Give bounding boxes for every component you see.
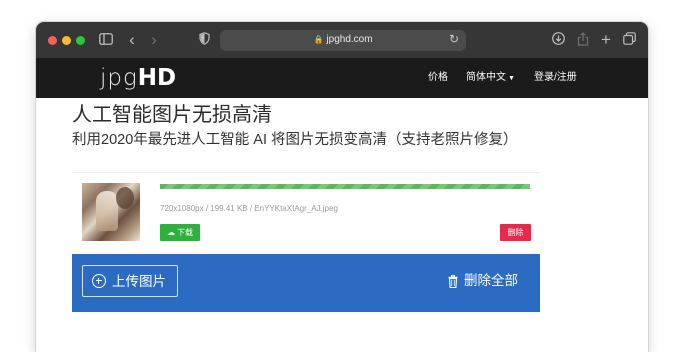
cloud-download-icon: ☁ (167, 228, 175, 237)
nav-pricing[interactable]: 价格 (428, 71, 448, 85)
page-title: 人工智能图片无损高清 (72, 104, 272, 126)
url-text: 🔒 jpghd.com (220, 33, 466, 47)
file-meta: 720x1080px / 199.41 KB / EnYYKtaXIAgr_AJ… (160, 204, 338, 213)
back-icon[interactable]: ‹ (126, 31, 138, 48)
plus-circle-icon (92, 274, 106, 288)
trash-icon (448, 274, 458, 289)
progress-bar (160, 184, 530, 189)
delete-button[interactable]: 删除 (500, 224, 531, 241)
caret-down-icon: ▼ (508, 75, 515, 82)
upload-image-button[interactable]: 上传图片 (82, 265, 178, 297)
language-label: 简体中文 (466, 72, 506, 83)
logo-text-bold: HD (137, 65, 177, 91)
logo-text-light: jpg (100, 65, 138, 91)
browser-toolbar: ‹ › 🔒 jpghd.com ↻ + (36, 22, 648, 59)
share-icon[interactable] (576, 32, 590, 48)
minimize-window-button[interactable] (62, 36, 71, 45)
tabs-icon[interactable] (622, 32, 636, 48)
site-logo[interactable]: jpgHD (100, 65, 176, 91)
zoom-window-button[interactable] (76, 36, 85, 45)
delete-all-label: 删除全部 (464, 273, 518, 288)
thumbnail-figure (96, 191, 118, 231)
thumbnail-figure-head (116, 187, 134, 209)
progress-fill (160, 184, 530, 189)
upload-label: 上传图片 (112, 274, 166, 289)
forward-icon[interactable]: › (148, 31, 160, 48)
nav-language-dropdown[interactable]: 简体中文 ▼ (466, 71, 515, 86)
image-thumbnail[interactable] (82, 183, 140, 241)
close-window-button[interactable] (48, 36, 57, 45)
action-bar: 上传图片 删除全部 (72, 254, 540, 312)
sidebar-icon[interactable] (99, 32, 113, 48)
download-label: 下载 (177, 228, 193, 237)
site-header: jpgHD 价格 简体中文 ▼ 登录/注册 (36, 58, 648, 98)
file-card: 720x1080px / 199.41 KB / EnYYKtaXIAgr_AJ… (72, 172, 540, 251)
url-label: jpghd.com (326, 34, 373, 45)
nav-login[interactable]: 登录/注册 (534, 71, 577, 85)
download-button[interactable]: ☁ 下载 (160, 224, 200, 241)
lock-icon: 🔒 (313, 35, 324, 44)
shield-icon[interactable] (198, 32, 210, 48)
reload-icon[interactable]: ↻ (449, 32, 459, 46)
address-bar[interactable]: 🔒 jpghd.com ↻ (220, 30, 466, 51)
page-subtitle: 利用2020年最先进人工智能 AI 将图片无损变高清（支持老照片修复） (72, 132, 518, 148)
download-icon[interactable] (551, 32, 565, 48)
new-tab-icon[interactable]: + (599, 31, 613, 48)
